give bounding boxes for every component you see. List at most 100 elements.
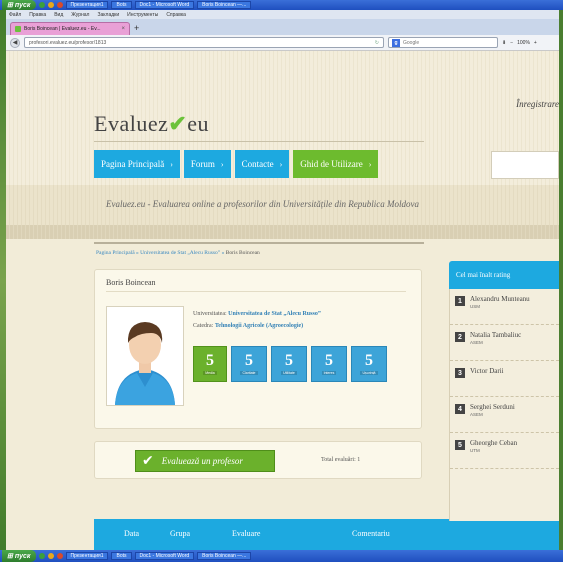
- google-icon: g: [392, 38, 400, 47]
- reviews-table-header: Data Grupa Evaluare Comentariu: [94, 519, 559, 550]
- score-utility: 5 Utilitate: [271, 346, 307, 382]
- list-item[interactable]: 1 Alexandru Munteanu USM: [450, 289, 559, 325]
- menu-bookmarks[interactable]: Закладки: [97, 12, 119, 18]
- quicklaunch-icon[interactable]: [38, 2, 45, 8]
- university-abbr: USM: [470, 304, 480, 309]
- close-tab-icon[interactable]: ×: [121, 26, 125, 32]
- column-comment: Comentariu: [352, 529, 390, 538]
- score-value: 5: [285, 352, 293, 369]
- university-abbr: ASEM: [470, 412, 483, 417]
- site-search-input[interactable]: [491, 151, 559, 179]
- desktop-background-right: [559, 0, 563, 562]
- rank-badge: 3: [455, 368, 465, 378]
- start-label: пуск: [14, 1, 31, 9]
- department-link[interactable]: Tehnologii Agricole (Agroecologie): [215, 323, 303, 329]
- evaluate-button-label: Evaluează un profesor: [161, 456, 243, 466]
- list-item[interactable]: 3 Victor Darii: [450, 361, 559, 397]
- score-label: Media: [203, 371, 217, 375]
- rank-badge: 5: [455, 440, 465, 450]
- quicklaunch-icon-2[interactable]: [56, 2, 63, 8]
- column-group: Grupa: [170, 529, 190, 538]
- menu-file[interactable]: Файл: [9, 12, 21, 18]
- taskbar-item-browser[interactable]: Boris Boincean —...: [197, 1, 252, 9]
- search-input[interactable]: g Google: [388, 37, 498, 48]
- breadcrumb-home[interactable]: Pagina Principală: [96, 250, 135, 256]
- professor-link[interactable]: Victor Darii: [470, 367, 504, 375]
- top-rated-list: 1 Alexandru Munteanu USM 2 Natalia Tambal…: [449, 289, 559, 521]
- column-rating: Evaluare: [232, 529, 261, 538]
- firefox-icon[interactable]: [47, 553, 54, 559]
- url-bar[interactable]: profesori.evaluez.eu/profesor/1813 ↻: [24, 37, 384, 48]
- logo-text-right: eu: [187, 111, 210, 136]
- menu-tools[interactable]: Инструменты: [127, 12, 158, 18]
- score-interest: 5 Interes: [311, 346, 347, 382]
- download-icon[interactable]: ⬇: [502, 40, 506, 46]
- taskbar-item-presentation[interactable]: Презентация1: [65, 1, 109, 9]
- list-item[interactable]: 5 Gheorghe Ceban UTM: [450, 433, 559, 469]
- nav-contacts[interactable]: Contacte ›: [234, 150, 290, 178]
- refresh-icon[interactable]: ↻: [375, 40, 379, 46]
- start-button[interactable]: ⊞ пуск: [2, 0, 36, 10]
- web-page: Înregistrare Evaluez✔eu Pagina Principal…: [6, 51, 559, 550]
- professor-name: Boris Boincean: [106, 278, 156, 287]
- list-item[interactable]: 2 Natalia Tambaliuc ASEM: [450, 325, 559, 361]
- evaluate-button[interactable]: ✔ Evaluează un profesor: [135, 450, 275, 472]
- rank-badge: 2: [455, 332, 465, 342]
- profile-info: Universitatea: Universitatea de Stat „Al…: [193, 308, 321, 332]
- university-link[interactable]: Universitatea de Stat „Alecu Russo”: [228, 311, 321, 317]
- register-link[interactable]: Înregistrare: [516, 99, 559, 109]
- quicklaunch-icon-2[interactable]: [56, 553, 63, 559]
- score-value: 5: [206, 352, 214, 369]
- professor-link[interactable]: Natalia Tambaliuc: [470, 331, 521, 339]
- zoom-out-button[interactable]: −: [510, 40, 513, 46]
- nav-forum-label: Forum: [190, 159, 215, 169]
- back-button[interactable]: ◀: [10, 37, 20, 48]
- professor-link[interactable]: Serghei Serduni: [470, 403, 515, 411]
- browser-window: Файл Правка Вид Журнал Закладки Инструме…: [6, 10, 559, 550]
- breadcrumb-current: Boris Boincean: [225, 250, 260, 256]
- total-evaluations: Total evaluări: 1: [321, 457, 360, 463]
- score-value: 5: [325, 352, 333, 369]
- nav-guide[interactable]: Ghid de Utilizare ›: [293, 150, 379, 178]
- zoom-level: 100%: [517, 39, 530, 46]
- breadcrumb-university[interactable]: Universitatea de Stat „Alecu Russo”: [140, 250, 220, 256]
- taskbar-item-bots[interactable]: Bots: [111, 552, 132, 560]
- site-logo[interactable]: Evaluez✔eu: [94, 111, 209, 137]
- taskbar-bottom: ⊞ пуск Презентация1 Bots Doc1 - Microsof…: [0, 550, 563, 562]
- rank-badge: 4: [455, 404, 465, 414]
- zoom-in-button[interactable]: +: [534, 40, 537, 46]
- menu-edit[interactable]: Правка: [29, 12, 46, 18]
- rank-badge: 1: [455, 296, 465, 306]
- evaluate-card: ✔ Evaluează un profesor Total evaluări: …: [94, 441, 422, 479]
- quicklaunch-icon[interactable]: [38, 553, 45, 559]
- menu-view[interactable]: Вид: [54, 12, 63, 18]
- nav-guide-label: Ghid de Utilizare: [300, 159, 363, 169]
- menu-history[interactable]: Журнал: [71, 12, 89, 18]
- nav-home-label: Pagina Principală: [101, 159, 165, 169]
- list-item[interactable]: 4 Serghei Serduni ASEM: [450, 397, 559, 433]
- taskbar-item-bots[interactable]: Bots: [111, 1, 132, 9]
- score-label: Ușurință: [360, 371, 378, 375]
- tab-active[interactable]: Boris Boincean | Evaluez.eu - Ev... ×: [10, 22, 130, 35]
- taskbar-top: ⊞ пуск Презентация1 Bots Doc1 - Microsof…: [0, 0, 563, 10]
- url-text: profesori.evaluez.eu/profesor/1813: [29, 39, 107, 46]
- menu-help[interactable]: Справка: [166, 12, 186, 18]
- avatar: [106, 306, 184, 406]
- score-label: Interes: [321, 371, 337, 375]
- taskbar-item-presentation[interactable]: Презентация1: [65, 552, 109, 560]
- start-button-bottom[interactable]: ⊞ пуск: [2, 550, 36, 562]
- logo-divider: [94, 141, 424, 142]
- nav-home[interactable]: Pagina Principală ›: [94, 150, 180, 178]
- firefox-icon[interactable]: [47, 2, 54, 8]
- university-label: Universitatea:: [193, 311, 227, 317]
- taskbar-item-word[interactable]: Doc1 - Microsoft Word: [134, 552, 195, 560]
- nav-forum[interactable]: Forum ›: [183, 150, 231, 178]
- windows-logo-icon: ⊞: [7, 2, 13, 9]
- taskbar-item-word[interactable]: Doc1 - Microsoft Word: [134, 1, 195, 9]
- profile-card: Boris Boincean Universitatea: Universita…: [94, 269, 422, 429]
- new-tab-button[interactable]: +: [134, 23, 139, 35]
- taskbar-item-browser[interactable]: Boris Boincean —...: [197, 552, 252, 560]
- start-label: пуск: [14, 552, 31, 560]
- professor-link[interactable]: Alexandru Munteanu: [470, 295, 530, 303]
- professor-link[interactable]: Gheorghe Ceban: [470, 439, 517, 447]
